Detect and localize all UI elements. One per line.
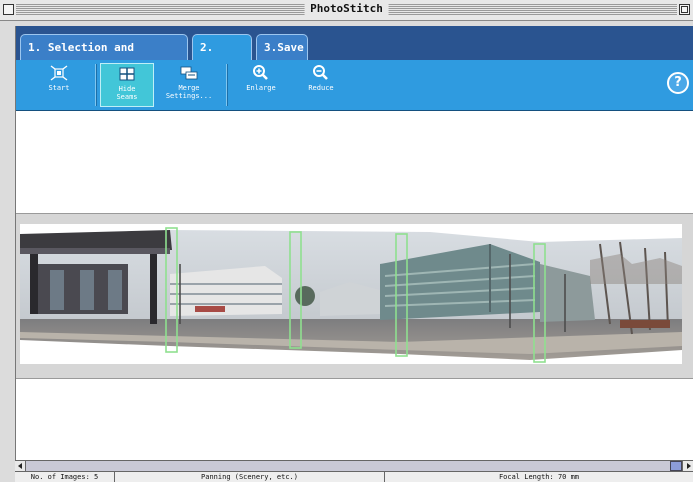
status-panning-mode: Panning (Scenery, etc.) — [115, 472, 385, 482]
window-title: PhotoStitch — [304, 2, 389, 15]
start-icon — [50, 65, 68, 81]
start-button[interactable]: Start — [32, 63, 86, 107]
horizontal-scrollbar[interactable] — [15, 460, 693, 471]
window-content: 1. Selection and Arrangement 2. Merge 3.… — [15, 26, 693, 474]
hide-seams-button[interactable]: Hide Seams — [100, 63, 154, 107]
tab-save[interactable]: 3.Save — [256, 34, 308, 60]
toolbar-separator — [226, 64, 228, 106]
toolbar-separator — [95, 64, 97, 106]
enlarge-label: Enlarge — [246, 84, 276, 92]
hide-seams-label-line2: Seams — [116, 93, 138, 101]
status-focal-length: Focal Length: 70 mm — [498, 473, 580, 481]
status-bar: No. of Images: 5 Panning (Scenery, etc.)… — [15, 471, 693, 482]
help-icon: ? — [674, 75, 682, 90]
reduce-label: Reduce — [308, 84, 334, 92]
scroll-left-arrow[interactable] — [15, 461, 26, 471]
merge-settings-icon — [180, 66, 198, 80]
tab-merge[interactable]: 2. Merge — [192, 34, 252, 80]
merge-settings-button[interactable]: Merge Settings... — [162, 63, 216, 107]
merge-settings-label-line1: Merge — [178, 84, 200, 92]
hide-seams-label-line1: Hide — [118, 85, 136, 93]
zoom-out-icon — [313, 65, 328, 80]
scroll-thumb[interactable] — [670, 461, 682, 471]
title-bar[interactable]: PhotoStitch — [0, 0, 693, 21]
help-button[interactable]: ? — [667, 72, 689, 94]
panorama-band — [16, 213, 693, 379]
status-image-count: No. of Images: 5 — [15, 472, 115, 482]
start-label: Start — [48, 84, 70, 92]
scroll-right-arrow[interactable] — [682, 461, 693, 471]
tab-strip: 1. Selection and Arrangement 2. Merge 3.… — [16, 26, 693, 80]
merge-canvas[interactable] — [16, 111, 693, 466]
toolbar: Start Hide Seams Merge Settings... Enlar… — [16, 60, 693, 111]
tab-selection-arrangement[interactable]: 1. Selection and Arrangement — [20, 34, 188, 80]
merge-settings-label-line2: Settings... — [165, 92, 213, 100]
reduce-button[interactable]: Reduce — [294, 63, 348, 107]
hide-seams-icon — [119, 67, 135, 81]
stitched-panorama-image[interactable] — [20, 224, 682, 364]
enlarge-button[interactable]: Enlarge — [234, 63, 288, 107]
zoom-in-icon — [253, 65, 268, 80]
close-box[interactable] — [3, 4, 14, 15]
window-frame: 1. Selection and Arrangement 2. Merge 3.… — [0, 21, 693, 482]
zoom-box[interactable] — [679, 4, 690, 15]
